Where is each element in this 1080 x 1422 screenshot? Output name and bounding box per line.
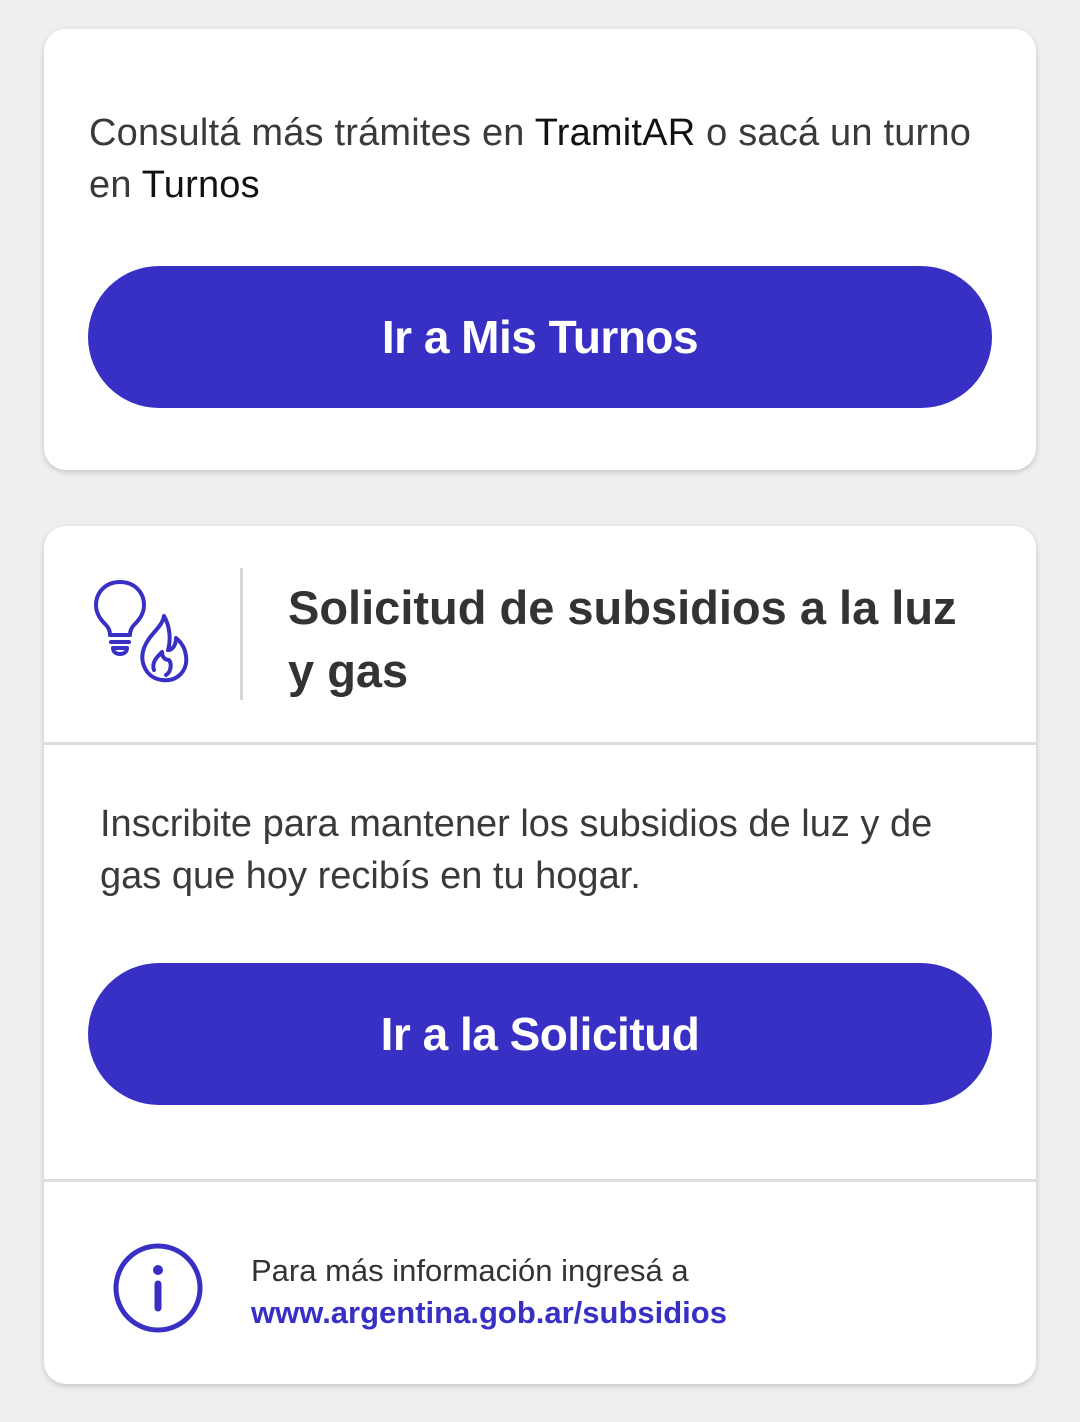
turnos-intro-text: Consultá más trámites en TramitAR o sacá… [89, 107, 989, 211]
intro-text-part1: Consultá más trámites en [89, 112, 535, 154]
footer-divider [44, 1179, 1036, 1182]
subsidio-title: Solicitud de subsidios a la luz y gas [288, 581, 957, 697]
subsidio-description: Inscribite para mantener los subsidios d… [100, 803, 933, 897]
turnos-card: Consultá más trámites en TramitAR o sacá… [44, 29, 1036, 470]
subsidio-header: Solicitud de subsidios a la luz y gas [44, 526, 1036, 745]
info-text: Para más información ingresá a www.argen… [251, 1250, 991, 1334]
subsidio-card: Solicitud de subsidios a la luz y gas In… [44, 526, 1036, 1384]
lightbulb-flame-icon [94, 580, 189, 683]
subsidios-link[interactable]: www.argentina.gob.ar/subsidios [251, 1292, 991, 1334]
tramitar-link[interactable]: TramitAR [535, 112, 696, 154]
info-icon [113, 1243, 203, 1333]
header-divider [240, 568, 243, 700]
info-message: Para más información ingresá a [251, 1253, 689, 1288]
turnos-link[interactable]: Turnos [142, 164, 260, 206]
mis-turnos-button[interactable]: Ir a Mis Turnos [88, 266, 992, 408]
solicitud-button[interactable]: Ir a la Solicitud [88, 963, 992, 1105]
